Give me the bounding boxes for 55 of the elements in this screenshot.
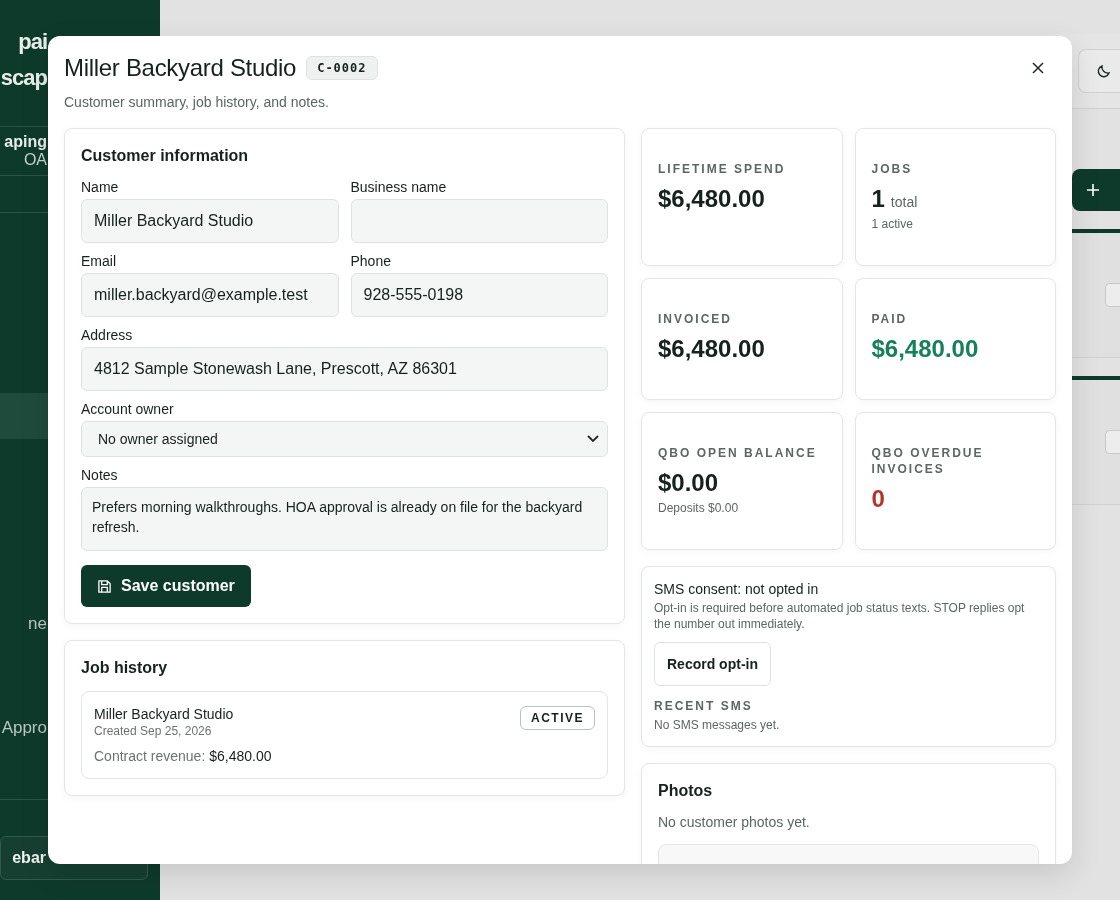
field-label: Notes [81, 467, 119, 483]
empty-message: No SMS messages yet. [654, 718, 780, 732]
stat-value: $6,480.00 [658, 185, 765, 213]
stat-label: INVOICED [658, 311, 733, 327]
stat-note: 1 active [871, 217, 914, 231]
section-heading: Job history [81, 659, 169, 677]
contract-revenue: Contract revenue: $6,480.00 [94, 748, 272, 764]
sms-description: Opt-in is required before automated job status texts. STOP replies opt the number out immediately. [654, 600, 1026, 632]
close-icon [1032, 62, 1044, 74]
stat-label: QBO OPEN BALANCE [658, 445, 818, 461]
stat-label: LIFETIME SPEND [658, 161, 787, 177]
owner-dropdown[interactable]: No owner assigned [81, 421, 608, 457]
stat-value: $6,480.00 [658, 335, 765, 363]
field-label: Business name [350, 179, 448, 195]
section-heading: Customer information [81, 147, 250, 165]
brand-name: pai [18, 28, 47, 56]
job-name: Miller Backyard Studio [94, 706, 235, 722]
text-field[interactable]: 928-555-0198 [350, 273, 608, 317]
stat-value: $0.00 [658, 469, 719, 497]
add-button[interactable] [1072, 169, 1120, 211]
dialog-subtitle: Customer summary, job history, and notes. [64, 94, 330, 110]
stat-label: QBO OVERDUE INVOICES [871, 445, 985, 477]
field-label: Email [81, 253, 117, 269]
status-badge: ACTIVE [520, 706, 595, 730]
text-field[interactable] [350, 199, 608, 243]
field-label: Phone [350, 253, 392, 269]
save-button[interactable]: Save customer [81, 565, 251, 607]
sms-consent-status: SMS consent: not opted in [654, 581, 819, 597]
field-label: Address [81, 327, 134, 343]
stat-unit: total [890, 194, 918, 210]
stat-value: 0 [871, 485, 885, 513]
section-heading: Photos [658, 782, 714, 800]
plus-icon [1086, 183, 1100, 197]
theme-toggle-button[interactable] [1078, 49, 1120, 93]
stat-value: 1 [871, 185, 885, 213]
job-date: Created Sep 25, 2026 [94, 724, 213, 738]
empty-message: No customer photos yet. [658, 814, 811, 830]
record-opt-in-button[interactable]: Record opt-in [654, 642, 771, 686]
job-card[interactable]: Miller Backyard Studio Created Sep 25, 2026 Contract revenue: $6,480.00 ACTIVE [81, 691, 608, 779]
notes-field[interactable]: Prefers morning walkthroughs. HOA approval is already on file for the backyard refresh. [81, 487, 608, 551]
stat-label: PAID [871, 311, 909, 327]
field-label: Name [81, 179, 120, 195]
field-label: Account owner [81, 401, 175, 417]
stat-note: Deposits $0.00 [658, 501, 740, 515]
recent-sms-heading: RECENT SMS [654, 698, 753, 714]
stat-label: JOBS [871, 161, 914, 177]
customer-code-badge: C-0002 [306, 56, 378, 80]
stat-value: $6,480.00 [871, 335, 979, 363]
chevron-down-icon [587, 435, 599, 443]
moon-icon [1095, 63, 1112, 79]
text-field[interactable]: 4812 Sample Stonewash Lane, Prescott, AZ 86301 [81, 347, 608, 391]
brand-name: scap [0, 64, 47, 92]
text-field[interactable]: miller.backyard@example.test [81, 273, 339, 317]
dialog-title: Miller Backyard Studio [64, 54, 297, 82]
text-field[interactable]: Miller Backyard Studio [81, 199, 339, 243]
